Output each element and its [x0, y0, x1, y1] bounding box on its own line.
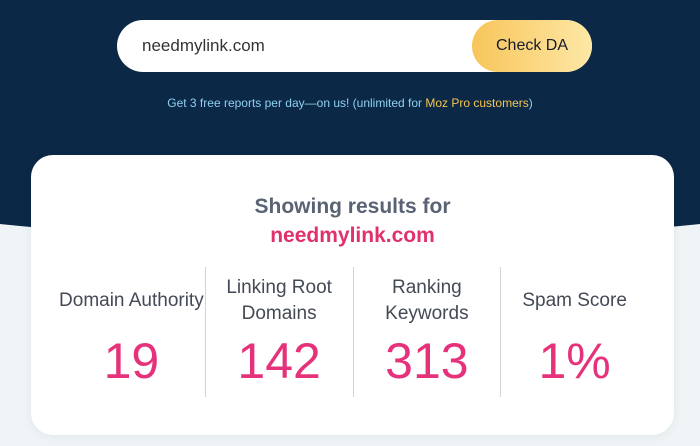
metric-label: Linking Root Domains	[226, 277, 332, 324]
metric-label: Spam Score	[522, 290, 627, 311]
promo-text: Get 3 free reports per day—on us! (unlim…	[0, 96, 700, 110]
metric-value: 313	[385, 333, 469, 389]
metric-value: 1%	[538, 333, 611, 389]
check-da-button[interactable]: Check DA	[472, 20, 592, 72]
promo-text-before: Get 3 free reports per day—on us! (unlim…	[167, 96, 426, 110]
moz-pro-link[interactable]: Moz Pro customers	[425, 96, 528, 110]
domain-search-bar: Check DA	[117, 20, 592, 72]
metric-label: Ranking Keywords	[385, 277, 469, 324]
promo-text-after: )	[528, 96, 533, 110]
metric-value: 142	[237, 333, 321, 389]
metrics-row: Domain Authority 19 Linking Root Domains…	[58, 267, 648, 397]
metric-spam-score: Spam Score 1%	[501, 267, 648, 397]
domain-input[interactable]	[117, 20, 477, 72]
metric-label: Domain Authority	[59, 290, 204, 311]
metric-domain-authority: Domain Authority 19	[58, 267, 206, 397]
metric-linking-root-domains: Linking Root Domains 142	[206, 267, 354, 397]
results-domain: needmylink.com	[270, 224, 435, 247]
metric-ranking-keywords: Ranking Keywords 313	[354, 267, 502, 397]
metric-value: 19	[103, 333, 160, 389]
results-heading: Showing results for	[254, 195, 451, 218]
results-card: Showing results for needmylink.com Domai…	[31, 155, 674, 435]
